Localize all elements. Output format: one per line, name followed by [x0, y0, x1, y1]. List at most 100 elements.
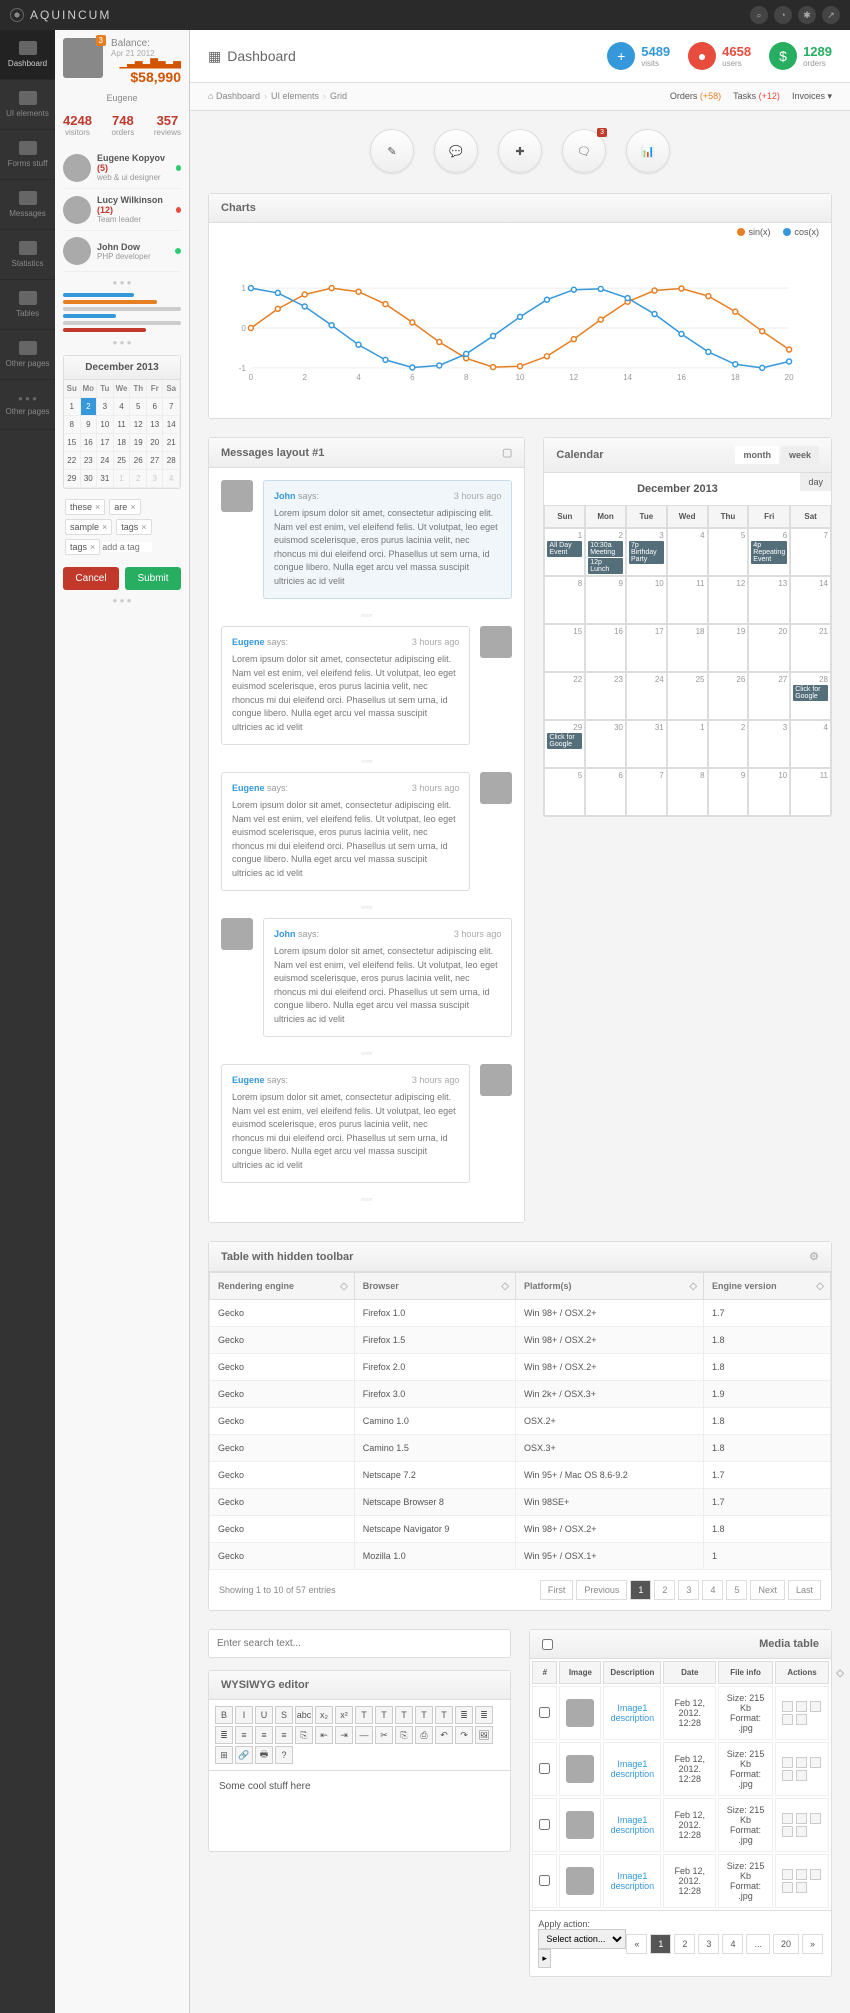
- cal-day[interactable]: 28: [163, 452, 180, 470]
- cal2-cell[interactable]: 5: [708, 528, 749, 576]
- cal2-cell[interactable]: 37p Birthday Party: [626, 528, 667, 576]
- cal2-cell[interactable]: 24: [626, 672, 667, 720]
- pager-btn[interactable]: 5: [726, 1580, 747, 1600]
- pager-btn[interactable]: Last: [788, 1580, 821, 1600]
- sidenav-item-1[interactable]: UI elements: [0, 80, 55, 130]
- editor-btn[interactable]: I: [235, 1706, 253, 1724]
- editor-btn[interactable]: 🔗: [235, 1746, 253, 1764]
- header-stat[interactable]: ●4658users: [688, 42, 751, 70]
- table-header[interactable]: Rendering engine◇: [210, 1273, 355, 1300]
- cal2-cell[interactable]: 1: [667, 720, 708, 768]
- media-action-btn[interactable]: [796, 1701, 807, 1712]
- media-checkbox[interactable]: [539, 1875, 550, 1886]
- media-thumb[interactable]: [566, 1699, 594, 1727]
- cal2-cell[interactable]: 10: [748, 768, 790, 816]
- cal2-cell[interactable]: 8: [667, 768, 708, 816]
- cal-event[interactable]: 4p Repeating Event: [751, 541, 787, 564]
- editor-btn[interactable]: T: [415, 1706, 433, 1724]
- editor-btn[interactable]: x₂: [315, 1706, 333, 1724]
- editor-btn[interactable]: T: [435, 1706, 453, 1724]
- pager-btn[interactable]: 1: [630, 1580, 651, 1600]
- media-checkbox[interactable]: [539, 1763, 550, 1774]
- pager-btn[interactable]: Previous: [576, 1580, 627, 1600]
- table-header[interactable]: Engine version◇: [704, 1273, 831, 1300]
- tag[interactable]: are×: [109, 499, 140, 515]
- cal2-cell[interactable]: 14: [790, 576, 831, 624]
- action-chart-icon[interactable]: 📊: [626, 129, 670, 173]
- cal2-cell[interactable]: 4: [790, 720, 831, 768]
- media-action-btn[interactable]: [782, 1714, 793, 1725]
- cal-day[interactable]: 27: [147, 452, 164, 470]
- media-header[interactable]: #: [532, 1661, 557, 1684]
- apply-select[interactable]: Select action...: [538, 1929, 626, 1949]
- crumb-action[interactable]: Orders (+58): [670, 91, 721, 102]
- tag-remove-icon[interactable]: ×: [130, 502, 135, 512]
- media-action-btn[interactable]: [782, 1813, 793, 1824]
- tag-remove-icon[interactable]: ×: [102, 522, 107, 532]
- editor-btn[interactable]: ?: [275, 1746, 293, 1764]
- editor-btn[interactable]: 🖶: [255, 1746, 273, 1764]
- cal2-cell[interactable]: 1All Day Event: [544, 528, 585, 576]
- day-button[interactable]: day: [800, 473, 831, 491]
- table-header[interactable]: Browser◇: [354, 1273, 515, 1300]
- cal2-cell[interactable]: 11: [790, 768, 831, 816]
- cal-event[interactable]: All Day Event: [547, 541, 582, 557]
- cal2-cell[interactable]: 25: [667, 672, 708, 720]
- tag-remove-icon[interactable]: ×: [141, 522, 146, 532]
- sidenav-item-6[interactable]: Other pages: [0, 330, 55, 380]
- sidenav-item-4[interactable]: Statistics: [0, 230, 55, 280]
- media-action-btn[interactable]: [796, 1869, 807, 1880]
- cal-day[interactable]: 6: [147, 398, 164, 416]
- cal-day[interactable]: 30: [81, 470, 98, 488]
- media-desc-link[interactable]: description: [611, 1713, 655, 1723]
- cal-day[interactable]: 15: [64, 434, 81, 452]
- pager-btn[interactable]: 4: [702, 1580, 723, 1600]
- cal2-cell[interactable]: 5: [544, 768, 585, 816]
- cal2-cell[interactable]: 26: [708, 672, 749, 720]
- cal2-cell[interactable]: 7: [626, 768, 667, 816]
- cal-day[interactable]: 17: [97, 434, 114, 452]
- tag[interactable]: these×: [65, 499, 105, 515]
- cal-day[interactable]: 3: [97, 398, 114, 416]
- editor-btn[interactable]: —: [355, 1726, 373, 1744]
- cal2-cell[interactable]: 27: [748, 672, 790, 720]
- breadcrumb-item[interactable]: UI elements: [271, 91, 319, 101]
- cal-day[interactable]: 1: [114, 470, 131, 488]
- cal-day[interactable]: 31: [97, 470, 114, 488]
- user-row[interactable]: Eugene Kopyov (5)web & ui designer: [63, 147, 181, 189]
- msg-author[interactable]: Eugene: [232, 637, 265, 647]
- cal2-cell[interactable]: 23: [585, 672, 626, 720]
- editor-btn[interactable]: ⎙: [415, 1726, 433, 1744]
- crumb-action[interactable]: Tasks (+12): [733, 91, 780, 102]
- cal-day[interactable]: 12: [130, 416, 147, 434]
- apply-go-button[interactable]: ▸: [538, 1949, 551, 1968]
- action-chat-icon[interactable]: 💬: [434, 129, 478, 173]
- sidenav-more[interactable]: ● ● ●Other pages: [0, 380, 55, 430]
- cal-day[interactable]: 13: [147, 416, 164, 434]
- editor-btn[interactable]: T: [375, 1706, 393, 1724]
- cal-day[interactable]: 10: [97, 416, 114, 434]
- crumb-action[interactable]: Invoices ▾: [792, 91, 832, 102]
- cal-day[interactable]: 16: [81, 434, 98, 452]
- editor-btn[interactable]: ✂: [375, 1726, 393, 1744]
- top-gear-icon[interactable]: ✱: [798, 6, 816, 24]
- header-stat[interactable]: $1289orders: [769, 42, 832, 70]
- msg-author[interactable]: Eugene: [232, 1075, 265, 1085]
- msg-author[interactable]: Eugene: [232, 783, 265, 793]
- message-avatar[interactable]: [221, 918, 253, 950]
- top-share-icon[interactable]: ↗: [822, 6, 840, 24]
- user-row[interactable]: Lucy Wilkinson (12)Team leader: [63, 189, 181, 231]
- pager-btn[interactable]: «: [626, 1934, 647, 1954]
- tag-remove-icon[interactable]: ×: [95, 502, 100, 512]
- action-edit-icon[interactable]: ✎: [370, 129, 414, 173]
- media-action-btn[interactable]: [782, 1701, 793, 1712]
- media-action-btn[interactable]: [810, 1869, 821, 1880]
- cal2-cell[interactable]: 18: [667, 624, 708, 672]
- editor-btn[interactable]: ≣: [215, 1726, 233, 1744]
- media-thumb[interactable]: [566, 1755, 594, 1783]
- editor-btn[interactable]: ↶: [435, 1726, 453, 1744]
- media-action-btn[interactable]: [810, 1701, 821, 1712]
- pager-btn[interactable]: 2: [654, 1580, 675, 1600]
- cal2-cell[interactable]: 3: [748, 720, 790, 768]
- editor-btn[interactable]: ≡: [235, 1726, 253, 1744]
